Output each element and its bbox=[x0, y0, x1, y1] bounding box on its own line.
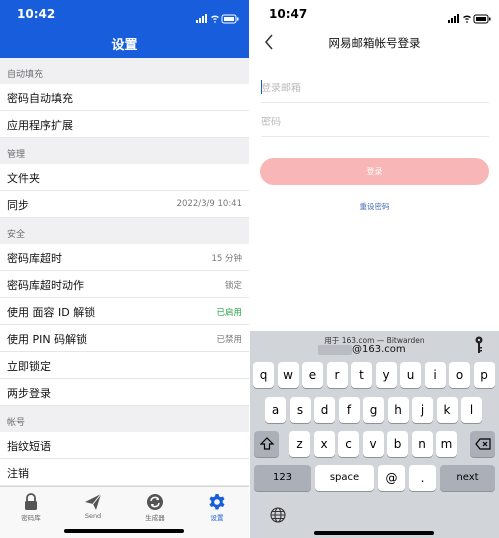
row-logout[interactable]: 注销 bbox=[0, 459, 249, 486]
sync-time: 2022/3/9 10:41 bbox=[176, 199, 242, 209]
key-p[interactable]: p bbox=[473, 362, 495, 388]
home-indicator bbox=[314, 531, 434, 535]
home-indicator bbox=[64, 529, 184, 533]
key-m[interactable]: m bbox=[436, 431, 457, 457]
space-key[interactable]: space bbox=[315, 465, 374, 491]
suggestion-value: @163.com bbox=[352, 344, 406, 355]
numbers-key[interactable]: 123 bbox=[254, 465, 311, 491]
pin-status: 已禁用 bbox=[216, 335, 242, 345]
key-v[interactable]: v bbox=[362, 431, 384, 457]
gear-icon bbox=[209, 494, 225, 510]
key-row-4: 123 space @ . next bbox=[250, 465, 499, 491]
key-y[interactable]: y bbox=[375, 362, 397, 388]
page-title: 设置 bbox=[111, 38, 138, 53]
password-input[interactable] bbox=[261, 117, 481, 128]
status-time: 10:42 bbox=[17, 7, 56, 21]
email-input[interactable] bbox=[261, 83, 481, 94]
key-j[interactable]: j bbox=[412, 397, 433, 423]
tab-vault[interactable]: 密码库 bbox=[0, 487, 62, 538]
next-key[interactable]: next bbox=[440, 465, 495, 491]
key-t[interactable]: t bbox=[351, 362, 372, 388]
key-row-3: zxcvbnm bbox=[250, 431, 499, 457]
key-w[interactable]: w bbox=[277, 362, 299, 388]
autofill-suggestion[interactable]: 用于 163.com — Bitwarden @163.com bbox=[250, 331, 499, 358]
section-header-autofill: 自动填充 bbox=[0, 58, 249, 84]
face-id-status: 已启用 bbox=[216, 308, 242, 318]
settings-screen: 10:42 设置 自动填充 密码自动填充 应用程序扩展 管理 文件夹 同步 202… bbox=[0, 0, 249, 538]
shift-key[interactable] bbox=[254, 431, 279, 457]
reset-password-link[interactable]: 重设密码 bbox=[250, 201, 499, 212]
mail-login-screen: 10:47 网易邮箱帐号登录 登录 重设密码 用于 163.com — Bitw… bbox=[250, 0, 499, 538]
row-folders[interactable]: 文件夹 bbox=[0, 164, 249, 191]
key-b[interactable]: b bbox=[387, 431, 408, 457]
backspace-key[interactable] bbox=[470, 431, 495, 457]
key-u[interactable]: u bbox=[400, 362, 421, 388]
key-c[interactable]: c bbox=[338, 431, 359, 457]
key-h[interactable]: h bbox=[387, 397, 409, 423]
key-a[interactable]: a bbox=[265, 397, 286, 423]
password-key-icon[interactable] bbox=[474, 336, 484, 358]
tab-settings[interactable]: 设置 bbox=[186, 487, 248, 538]
key-x[interactable]: x bbox=[313, 431, 335, 457]
row-password-autofill[interactable]: 密码自动填充 bbox=[0, 84, 249, 111]
email-field[interactable] bbox=[261, 76, 489, 103]
section-header-manage: 管理 bbox=[0, 138, 249, 164]
key-i[interactable]: i bbox=[424, 362, 446, 388]
status-time: 10:47 bbox=[269, 7, 308, 21]
key-q[interactable]: q bbox=[253, 362, 274, 388]
row-two-step-login[interactable]: 两步登录 bbox=[0, 379, 249, 406]
status-icons bbox=[448, 9, 492, 28]
row-pin-unlock[interactable]: 使用 PIN 码解锁 已禁用 bbox=[0, 325, 249, 352]
send-icon bbox=[85, 493, 102, 510]
dot-key[interactable]: . bbox=[409, 465, 436, 491]
key-f[interactable]: f bbox=[338, 397, 360, 423]
key-e[interactable]: e bbox=[302, 362, 323, 388]
section-header-security: 安全 bbox=[0, 218, 249, 244]
backspace-icon bbox=[474, 438, 491, 450]
at-key[interactable]: @ bbox=[378, 465, 405, 491]
row-vault-timeout-action[interactable]: 密码库超时动作 锁定 bbox=[0, 271, 249, 298]
lock-icon bbox=[25, 493, 37, 510]
row-sync[interactable]: 同步 2022/3/9 10:41 bbox=[0, 191, 249, 218]
key-row-1: qwertyuiop bbox=[250, 362, 499, 388]
password-field[interactable] bbox=[261, 110, 489, 137]
timeout-action-value: 锁定 bbox=[224, 281, 242, 291]
key-z[interactable]: z bbox=[289, 431, 310, 457]
key-g[interactable]: g bbox=[363, 397, 384, 423]
row-face-id-unlock[interactable]: 使用 面容 ID 解锁 已启用 bbox=[0, 298, 249, 325]
key-l[interactable]: l bbox=[461, 397, 482, 423]
key-n[interactable]: n bbox=[411, 431, 433, 457]
key-d[interactable]: d bbox=[314, 397, 335, 423]
page-title: 网易邮箱帐号登录 bbox=[328, 36, 421, 50]
login-button[interactable]: 登录 bbox=[260, 158, 489, 185]
key-k[interactable]: k bbox=[436, 397, 458, 423]
text-caret bbox=[261, 80, 262, 94]
row-vault-timeout[interactable]: 密码库超时 15 分钟 bbox=[0, 244, 249, 271]
vault-timeout-value: 15 分钟 bbox=[211, 254, 242, 264]
row-app-extension[interactable]: 应用程序扩展 bbox=[0, 111, 249, 138]
redacted-username bbox=[318, 345, 352, 355]
row-lock-now[interactable]: 立即锁定 bbox=[0, 352, 249, 379]
refresh-icon bbox=[147, 494, 163, 510]
section-header-account: 帐号 bbox=[0, 406, 249, 432]
globe-icon[interactable] bbox=[270, 507, 286, 527]
keyboard: 用于 163.com — Bitwarden @163.com qwertyui… bbox=[250, 331, 499, 538]
key-r[interactable]: r bbox=[326, 362, 348, 388]
tab-bar: 密码库 Send 生成器 设置 bbox=[0, 486, 249, 538]
shift-icon bbox=[259, 437, 274, 450]
key-o[interactable]: o bbox=[449, 362, 470, 388]
key-s[interactable]: s bbox=[289, 397, 311, 423]
key-row-2: asdfghjkl bbox=[250, 397, 499, 423]
row-fingerprint-phrase[interactable]: 指纹短语 bbox=[0, 432, 249, 459]
